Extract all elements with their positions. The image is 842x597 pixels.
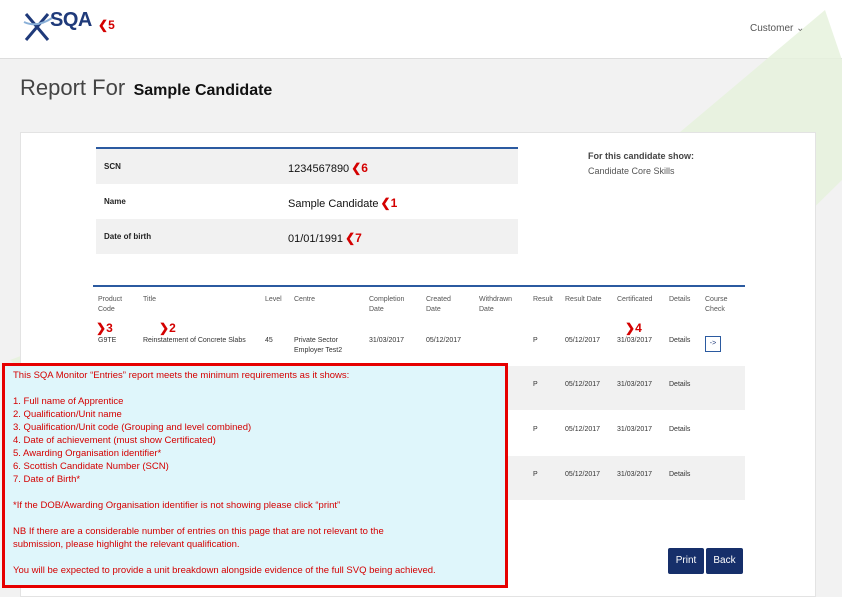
top-bar: SQA ❮5 Customer ⌄ [0, 0, 842, 59]
course-check-button[interactable]: -> [705, 336, 721, 352]
chevron-down-icon: ⌄ [796, 23, 805, 34]
requirements-callout: This SQA Monitor “Entries” report meets … [2, 363, 508, 588]
info-row-name: Name Sample Candidate ❮1 [104, 196, 398, 210]
info-row-scn: SCN 1234567890 ❮6 [96, 149, 518, 184]
print-button[interactable]: Print [668, 548, 704, 574]
page-title: Report For Sample Candidate [20, 75, 273, 100]
customer-menu[interactable]: Customer ⌄ [750, 23, 805, 34]
show-panel-item[interactable]: Candidate Core Skills [588, 166, 675, 176]
show-panel-title: For this candidate show: [588, 151, 695, 161]
candidate-info-table: SCN 1234567890 ❮6 Name Sample Candidate ❮1… [96, 147, 518, 254]
details-link[interactable]: Details [669, 425, 690, 435]
info-row-dob: Date of birth 01/01/1991 ❮7 [96, 219, 518, 254]
details-link[interactable]: Details [669, 336, 690, 346]
results-table-header: Product Code Title Level Centre Completi… [93, 285, 745, 323]
details-link[interactable]: Details [669, 380, 690, 390]
marker-6: ❮6 [351, 161, 368, 175]
details-link[interactable]: Details [669, 470, 690, 480]
table-row: G9TE Reinstatement of Concrete Slabs 45 … [93, 322, 745, 366]
marker-5: ❮5 [98, 18, 115, 32]
back-button[interactable]: Back [706, 548, 743, 574]
marker-7: ❮7 [345, 231, 362, 245]
candidate-name: Sample Candidate [133, 82, 273, 99]
logo-text: SQA [50, 9, 92, 31]
marker-1: ❮1 [380, 196, 398, 210]
